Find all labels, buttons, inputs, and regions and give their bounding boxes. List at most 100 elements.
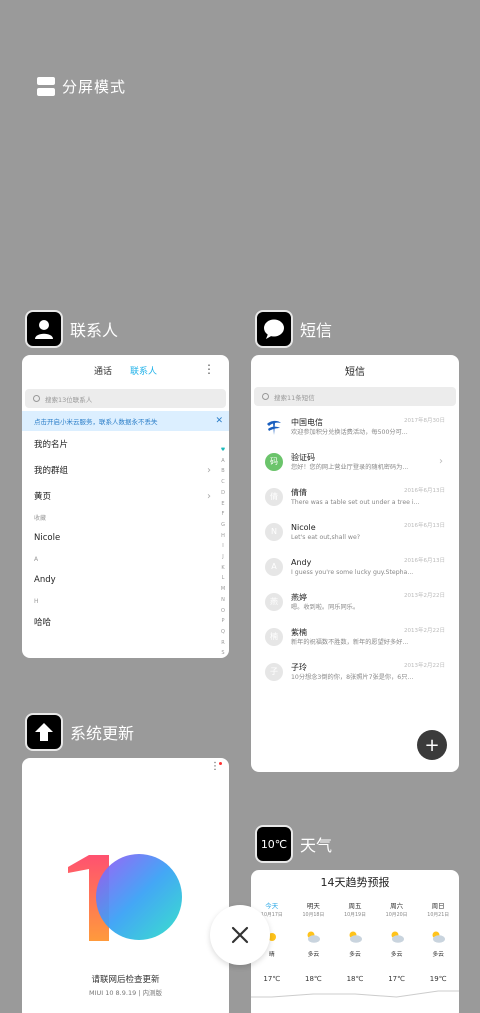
day-name: 周日 <box>431 902 445 910</box>
message-date: 2017年8月30日 <box>404 418 445 424</box>
message-thread[interactable]: 中国电信 欢迎参加积分兑换话费活动，每500分可... 2017年8月30日 <box>251 409 459 444</box>
weather-condition: 多云 <box>349 952 361 958</box>
index-letter[interactable]: D <box>219 488 227 499</box>
message-date: 2013年2月22日 <box>404 628 445 634</box>
index-letter[interactable]: C <box>219 477 227 488</box>
weather-app-header: 10℃ 天气 <box>255 825 332 863</box>
day-temperature: 19℃ <box>429 975 447 983</box>
message-thread[interactable]: 燕燕婷 嗯。收到啦。同乐同乐。 2013年2月22日 <box>251 584 459 619</box>
more-icon[interactable]: ⋮ <box>203 362 215 376</box>
index-letter[interactable]: F <box>219 509 227 520</box>
forecast-day: 周日 10月21日 多云 19℃ <box>417 900 459 983</box>
cloud-sync-banner-text: 点击开启小米云服务，联系人数据永不丢失 <box>34 418 158 426</box>
split-screen-icon <box>37 77 55 96</box>
update-app-name: 系统更新 <box>70 724 135 743</box>
tab-contacts[interactable]: 联系人 <box>130 364 157 383</box>
tab-calls[interactable]: 通话 <box>94 364 112 383</box>
index-letter[interactable]: J <box>219 552 227 563</box>
avatar: N <box>265 522 283 541</box>
update-message: 请联网后检查更新 <box>91 975 160 985</box>
list-item-label: 黄页 <box>34 492 52 502</box>
message-snippet: There was a table set out under a tree i… <box>291 498 420 506</box>
index-letter[interactable]: G <box>219 520 227 531</box>
avatar: 子 <box>265 662 283 681</box>
index-letter[interactable]: R <box>219 638 227 649</box>
day-temperature: 17℃ <box>263 975 281 983</box>
sender-name: 验证码 <box>291 452 315 462</box>
list-item[interactable]: Nicole <box>22 525 229 551</box>
weather-card[interactable]: 14天趋势预报 今天 10月17日晴 17℃ 明天 10月18日 多云 18℃ 周五 10月19… <box>251 870 459 1013</box>
update-version: MIUI 10 8.9.19 | 内测版 <box>88 989 163 997</box>
index-letter[interactable]: N <box>219 595 227 606</box>
message-text: 验证码 您好！您的网上营业厅登录的随机密码为... <box>291 452 459 472</box>
messages-search-input[interactable]: 搜索11条短信 <box>254 387 456 406</box>
cloud-sync-banner[interactable]: 点击开启小米云服务，联系人数据永不丢失 ✕ <box>22 411 229 431</box>
new-message-button[interactable]: + <box>417 730 447 760</box>
split-screen-label: 分屏模式 <box>62 78 127 96</box>
messages-app-header: 短信 <box>255 310 332 348</box>
day-date: 10月20日 <box>385 913 408 918</box>
weather-condition: 多云 <box>307 952 320 958</box>
list-item[interactable]: 哈哈 <box>22 609 229 635</box>
index-letter[interactable]: S <box>219 648 227 658</box>
section-header: 收藏 <box>22 509 229 525</box>
message-thread[interactable]: 码验证码 您好！您的网上营业厅登录的随机密码为... › <box>251 444 459 479</box>
index-letter[interactable]: L <box>219 573 227 584</box>
message-thread[interactable]: N Nicole Let's eat out,shall we? 2016年6月13日 <box>251 514 459 549</box>
search-icon <box>262 393 269 400</box>
alphabet-index[interactable]: ♥ A B C D E F G H I J K L M N O P Q R S <box>219 445 227 658</box>
day-name: 周五 <box>348 902 362 910</box>
clear-all-button[interactable] <box>210 905 270 965</box>
forecast-days: 今天 10月17日晴 17℃ 明天 10月18日 多云 18℃ 周五 10月19日 多云 18℃ 周六… <box>251 900 459 983</box>
index-letter[interactable]: P <box>219 616 227 627</box>
favorites-index-icon[interactable]: ♥ <box>219 445 227 456</box>
messages-list: 中国电信 欢迎参加积分兑换话费活动，每500分可... 2017年8月30日码验证码… <box>251 409 459 689</box>
list-item[interactable]: 黄页 › <box>22 483 229 509</box>
cloudy-icon <box>293 926 335 948</box>
index-letter[interactable]: O <box>219 606 227 617</box>
message-snippet: 10分想念3倒的你，8张照片7张是你，6只... <box>291 673 414 681</box>
china-telecom-logo-icon <box>265 418 283 436</box>
index-letter[interactable]: I <box>219 541 227 552</box>
index-letter[interactable]: H <box>219 531 227 542</box>
day-date: 10月18日 <box>302 913 325 918</box>
message-snippet: 新年的祝福数不胜数，新年的愿望好多好... <box>291 638 409 646</box>
cloudy-icon <box>376 926 418 948</box>
day-temperature: 17℃ <box>388 975 405 983</box>
contacts-search-input[interactable]: 搜索13位联系人 <box>25 389 226 408</box>
update-card[interactable]: ⋮ 请联网后检查更新 MIUI 10 8.9.19 | 内测版 <box>22 758 229 1013</box>
messages-card[interactable]: 短信 搜索11条短信 中国电信 欢迎参加积分兑换话费活动，每500分可... 201… <box>251 355 459 772</box>
message-thread[interactable]: 倩倩倩 There was a table set out under a tre… <box>251 479 459 514</box>
message-date: 2016年6月13日 <box>404 488 445 494</box>
message-date: 2013年2月22日 <box>404 663 445 669</box>
section-label: A <box>34 555 39 563</box>
split-screen-button[interactable]: 分屏模式 <box>37 76 126 97</box>
close-icon[interactable]: ✕ <box>215 416 223 426</box>
list-item[interactable]: Andy <box>22 567 229 593</box>
miui-10-logo <box>68 854 182 941</box>
list-item[interactable]: 我的名片 <box>22 431 229 457</box>
message-thread[interactable]: 楠紫楠 新年的祝福数不胜数，新年的愿望好多好... 2013年2月22日 <box>251 619 459 654</box>
contacts-tabs: 通话 联系人 ⋮ <box>22 355 229 383</box>
index-letter[interactable]: K <box>219 563 227 574</box>
day-name: 周六 <box>390 902 404 910</box>
contacts-list: 我的名片 我的群组 › 黄页 › 收藏 Nicole A Andy H 哈哈 <box>22 431 229 635</box>
search-icon <box>33 395 40 402</box>
index-letter[interactable]: A <box>219 456 227 467</box>
day-temperature: 18℃ <box>305 975 322 983</box>
notification-dot <box>219 762 222 765</box>
list-item-label: Nicole <box>34 533 61 543</box>
contacts-card[interactable]: 通话 联系人 ⋮ 搜索13位联系人 点击开启小米云服务，联系人数据永不丢失 ✕ … <box>22 355 229 658</box>
index-letter[interactable]: M <box>219 584 227 595</box>
index-letter[interactable]: B <box>219 466 227 477</box>
message-thread[interactable]: A Andy I guess you're some lucky guy.Steph… <box>251 549 459 584</box>
avatar: 燕 <box>265 592 283 611</box>
avatar: 码 <box>265 452 283 471</box>
message-snippet: Let's eat out,shall we? <box>291 533 361 541</box>
list-item[interactable]: 我的群组 › <box>22 457 229 483</box>
index-letter[interactable]: E <box>219 499 227 510</box>
contacts-app-name: 联系人 <box>70 321 119 340</box>
index-letter[interactable]: Q <box>219 627 227 638</box>
weather-condition: 多云 <box>390 952 403 958</box>
message-thread[interactable]: 子子玲 10分想念3倒的你，8张照片7张是你，6只... 2013年2月22日 <box>251 654 459 689</box>
